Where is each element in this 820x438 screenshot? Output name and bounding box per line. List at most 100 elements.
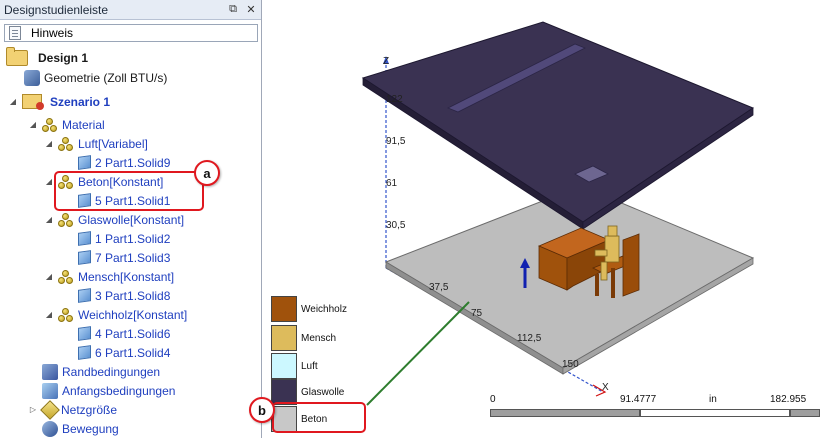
x-tick-label: 37,5: [429, 282, 449, 293]
tree-label-material: Material: [62, 117, 105, 132]
document-icon: [9, 26, 21, 40]
callout-b-badge: b: [249, 397, 275, 423]
scale-mid-label: 91.4777: [620, 394, 657, 405]
scale-segment-dark: [490, 409, 640, 417]
tree-item-geometry[interactable]: Geometrie (Zoll BTU/s): [24, 68, 167, 87]
collapse-arrow-icon[interactable]: ◢: [8, 97, 18, 106]
chair-back: [622, 233, 640, 297]
tree-label-part: 2 Part1.Solid9: [95, 155, 171, 170]
tree-item-part[interactable]: 7 Part1.Solid3: [78, 248, 170, 267]
tree-item-material-weichholz[interactable]: ◢ Weichholz[Konstant]: [44, 305, 187, 324]
motion-icon: [42, 420, 58, 437]
tree-label-design: Design 1: [38, 50, 89, 65]
material-icon: [58, 269, 74, 285]
panel-title-bar: Designstudienleiste ⧉ ✕: [0, 0, 261, 20]
close-icon[interactable]: ✕: [243, 2, 259, 18]
tree-item-material-glaswolle[interactable]: ◢ Glaswolle[Konstant]: [44, 210, 184, 229]
tree-item-part[interactable]: 2 Part1.Solid9: [78, 153, 170, 172]
tree-label-motion: Bewegung: [62, 421, 119, 436]
part-cube-icon: [78, 288, 91, 303]
legend-label: Mensch: [301, 332, 337, 344]
tree-item-part[interactable]: 3 Part1.Solid8: [78, 286, 170, 305]
tree-item-material-luft[interactable]: ◢ Luft[Variabel]: [44, 134, 148, 153]
legend-swatch: [271, 325, 297, 351]
chair-leg: [611, 268, 615, 298]
tree-label-geometry: Geometrie (Zoll BTU/s): [44, 70, 168, 85]
tree-label-part: 3 Part1.Solid8: [95, 288, 171, 303]
person-body: [604, 235, 620, 263]
part-cube-icon: [78, 345, 91, 360]
mesh-size-icon: [40, 399, 60, 420]
material-icon: [58, 136, 74, 152]
legend-label: Weichholz: [301, 303, 347, 315]
tree-item-mesh[interactable]: ▷ Netzgröße: [28, 399, 118, 420]
x-tick-label: 112,5: [517, 333, 542, 344]
panel-title: Designstudienleiste: [4, 2, 109, 17]
scenario-icon: [22, 94, 44, 110]
collapse-arrow-icon[interactable]: ◢: [44, 272, 54, 281]
tree-label-initial: Anfangsbedingungen: [62, 383, 176, 398]
graphics-viewport[interactable]: Z 122 91,5 61 30,5 37,5 75 112,5 150 X: [263, 0, 820, 438]
legend-swatch: [271, 353, 297, 379]
tree-label-part: 1 Part1.Solid2: [95, 231, 171, 246]
scale-bar: 0 91.4777 in 182.955: [490, 394, 820, 424]
boundary-conditions-icon: [42, 363, 58, 380]
tree-item-design[interactable]: Design 1: [6, 46, 89, 67]
collapse-arrow-icon[interactable]: ◢: [44, 215, 54, 224]
collapse-arrow-icon[interactable]: ◢: [44, 139, 54, 148]
collapse-arrow-icon[interactable]: ◢: [44, 177, 54, 186]
geometry-icon: [24, 69, 40, 86]
x-axis-label: X: [602, 382, 609, 393]
z-tick-label: 91,5: [386, 136, 406, 147]
person-leg: [600, 261, 608, 281]
scale-start-label: 0: [490, 394, 496, 405]
scale-segment-light: [640, 409, 790, 417]
tree-item-part[interactable]: 4 Part1.Solid6: [78, 324, 170, 343]
part-cube-icon: [78, 250, 91, 265]
pin-icon[interactable]: ⧉: [225, 2, 241, 18]
chair-leg: [595, 274, 599, 296]
scale-unit-label: in: [709, 394, 717, 405]
tree-item-initial[interactable]: Anfangsbedingungen: [42, 381, 175, 400]
design-folder-icon: [6, 46, 28, 66]
tree-label-material-glaswolle: Glaswolle[Konstant]: [78, 212, 185, 227]
tree-label-mesh: Netzgröße: [61, 402, 118, 417]
legend-label: Glaswolle: [301, 386, 345, 398]
tree-label-part: 4 Part1.Solid6: [95, 326, 171, 341]
legend-entry: Mensch: [271, 325, 336, 351]
tree-item-part[interactable]: 6 Part1.Solid4: [78, 343, 170, 362]
tree-label-material-mensch: Mensch[Konstant]: [78, 269, 175, 284]
collapse-arrow-icon[interactable]: ◢: [28, 120, 38, 129]
tree-item-material[interactable]: ◢ Material: [28, 115, 105, 134]
callout-b-leader: [366, 301, 470, 406]
z-tick-label: 30,5: [386, 220, 406, 231]
hint-label: Hinweis: [31, 26, 74, 40]
z-axis-label: Z: [383, 56, 390, 67]
tree-item-scenario[interactable]: ◢ Szenario 1: [8, 92, 110, 111]
initial-conditions-icon: [42, 382, 58, 399]
collapse-arrow-icon[interactable]: ◢: [44, 310, 54, 319]
tree-item-motion[interactable]: Bewegung: [42, 419, 119, 438]
tree-label-part: 6 Part1.Solid4: [95, 345, 171, 360]
legend-swatch: [271, 296, 297, 322]
part-cube-icon: [78, 231, 91, 246]
material-icon: [42, 117, 58, 133]
tree-label-material-weichholz: Weichholz[Konstant]: [78, 307, 188, 322]
tree-label-material-luft: Luft[Variabel]: [78, 136, 148, 151]
person-arm: [594, 249, 608, 257]
expand-arrow-icon[interactable]: ▷: [28, 405, 38, 414]
material-icon: [58, 307, 74, 323]
part-cube-icon: [78, 326, 91, 341]
tree-item-material-mensch[interactable]: ◢ Mensch[Konstant]: [44, 267, 174, 286]
hint-field[interactable]: Hinweis: [4, 24, 258, 42]
tree-label-part: 7 Part1.Solid3: [95, 250, 171, 265]
part-cube-icon: [78, 155, 91, 170]
tree-item-part[interactable]: 1 Part1.Solid2: [78, 229, 170, 248]
legend-entry: Luft: [271, 353, 318, 379]
z-tick-label: 122: [386, 94, 403, 105]
model-3d-view: [361, 21, 755, 406]
legend-entry: Weichholz: [271, 296, 347, 322]
x-tick-label: 150: [562, 359, 579, 370]
tree-item-boundary[interactable]: Randbedingungen: [42, 362, 160, 381]
tree-label-scenario: Szenario 1: [50, 94, 111, 109]
